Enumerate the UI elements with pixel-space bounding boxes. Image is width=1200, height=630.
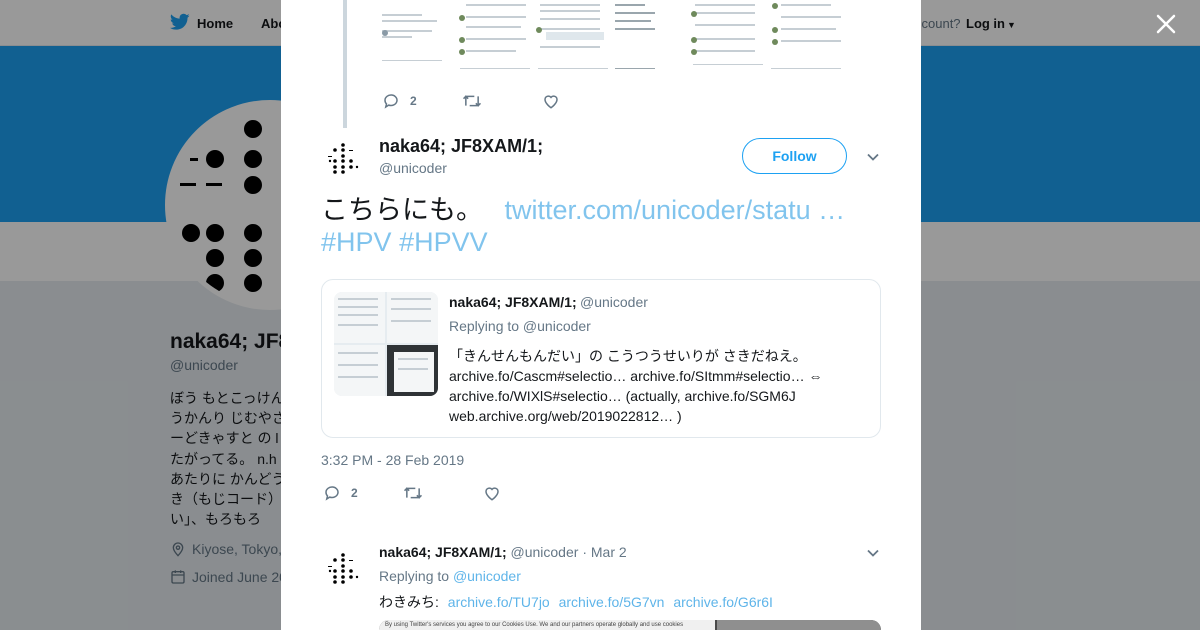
reply-date[interactable]: · Mar 2 xyxy=(582,544,626,560)
media-cookie-text: By using Twitter's services you agree to… xyxy=(385,622,684,628)
media-thumbnail[interactable] xyxy=(455,0,531,74)
heart-icon xyxy=(544,95,558,109)
quoted-tweet-card[interactable]: naka64; JF8XAM/1; @unicoder Replying to … xyxy=(321,279,881,438)
screenshot-thumbnail-icon xyxy=(771,3,842,69)
quoted-tweet-media xyxy=(334,292,438,396)
tweet-timestamp[interactable]: 3:32 PM - 28 Feb 2019 xyxy=(321,452,464,468)
media-strip xyxy=(717,620,881,630)
tweet-text: こちらにも。 twitter.com/unicoder/statu … #HPV… xyxy=(321,194,881,258)
quoted-text-line: archive.fo/WIXlS#selectio… (actually, ar… xyxy=(449,388,796,404)
hashtag-link[interactable]: #HPV xyxy=(321,227,392,257)
avatar-pattern-icon xyxy=(328,143,359,174)
author-handle[interactable]: @unicoder xyxy=(379,160,447,176)
reply-icon xyxy=(325,486,339,501)
thread-connector-line xyxy=(343,0,347,128)
tweet-text-body: こちらにも。 xyxy=(321,195,483,225)
tweet-modal: 2 naka64; JF8XAM/1; @unicoder Follow こちら… xyxy=(281,0,921,630)
reply-media[interactable]: By using Twitter's services you agree to… xyxy=(379,620,881,630)
reply-header: naka64; JF8XAM/1; @unicoder · Mar 2 xyxy=(379,544,627,560)
reply-replying-to: Replying to @unicoder xyxy=(379,568,521,584)
tweet-link[interactable]: twitter.com/unicoder/statu … xyxy=(505,195,846,225)
quoted-tweet-text: 「きんせんもんだい」の こうつうせいりが さきだねえ。 archive.fo/C… xyxy=(449,346,869,426)
screenshot-collage-icon xyxy=(334,292,438,396)
retweet-button[interactable] xyxy=(462,92,542,110)
reply-text-prefix: わきみち: xyxy=(379,594,439,610)
retweet-icon xyxy=(403,487,423,499)
quoted-author-handle: @unicoder xyxy=(580,294,648,310)
screenshot-thumbnail-icon xyxy=(382,14,442,61)
media-thumbnail[interactable] xyxy=(378,0,453,74)
like-button[interactable] xyxy=(483,484,563,502)
previous-tweet-actions: 2 xyxy=(382,92,622,110)
tweet-actions: 2 xyxy=(323,484,563,502)
reply-author-avatar[interactable] xyxy=(321,544,369,592)
chevron-down-icon[interactable] xyxy=(866,150,880,164)
reply-tweet-text: わきみち: archive.fo/TU7jo archive.fo/5G7vn … xyxy=(379,592,773,612)
reply-link[interactable]: archive.fo/5G7vn xyxy=(559,594,665,610)
media-thumbnail[interactable] xyxy=(767,0,842,74)
hashtag-link[interactable]: #HPVV xyxy=(399,227,488,257)
quoted-text-line: 「きんせんもんだい」の こうつうせいりが さきだねえ。 xyxy=(449,348,807,364)
reply-button[interactable]: 2 xyxy=(323,484,403,502)
screenshot-thumbnail-icon xyxy=(458,4,530,69)
media-thumbnail[interactable] xyxy=(689,0,765,74)
replying-handle-link[interactable]: @unicoder xyxy=(453,568,521,584)
chevron-down-icon[interactable] xyxy=(866,546,880,560)
screenshot-thumbnail-icon xyxy=(615,4,656,69)
media-thumbnail[interactable] xyxy=(611,0,687,74)
previous-tweet-media[interactable] xyxy=(378,0,842,74)
screenshot-thumbnail-icon xyxy=(691,4,764,65)
reply-link[interactable]: archive.fo/G6r6I xyxy=(673,594,773,610)
quoted-text-line: archive.fo/Cascm#selectio… archive.fo/SI… xyxy=(449,368,823,384)
quoted-author-name: naka64; JF8XAM/1; xyxy=(449,294,577,310)
author-avatar[interactable] xyxy=(321,134,369,182)
close-icon[interactable] xyxy=(1152,10,1180,38)
follow-button[interactable]: Follow xyxy=(742,138,847,174)
reply-count: 2 xyxy=(351,486,358,500)
retweet-icon xyxy=(462,95,482,107)
author-name[interactable]: naka64; JF8XAM/1; xyxy=(379,136,543,157)
reply-count: 2 xyxy=(410,94,417,108)
reply-link[interactable]: archive.fo/TU7jo xyxy=(448,594,550,610)
reply-icon xyxy=(384,94,398,109)
reply-author-name[interactable]: naka64; JF8XAM/1; xyxy=(379,544,507,560)
replying-label: Replying to xyxy=(379,568,450,584)
quoted-replying-to: Replying to @unicoder xyxy=(449,318,591,334)
media-thumbnail[interactable] xyxy=(533,0,609,74)
screenshot-thumbnail-icon xyxy=(535,4,608,69)
media-strip: By using Twitter's services you agree to… xyxy=(379,620,715,630)
retweet-button[interactable] xyxy=(403,484,483,502)
quoted-text-line: web.archive.org/web/2019022812… ) xyxy=(449,408,682,424)
avatar-pattern-icon xyxy=(328,553,359,584)
heart-icon xyxy=(485,487,499,501)
reply-author-handle[interactable]: @unicoder xyxy=(511,544,579,560)
hashtag-row: #HPV #HPVV xyxy=(321,226,881,258)
reply-button[interactable]: 2 xyxy=(382,92,462,110)
like-button[interactable] xyxy=(542,92,622,110)
